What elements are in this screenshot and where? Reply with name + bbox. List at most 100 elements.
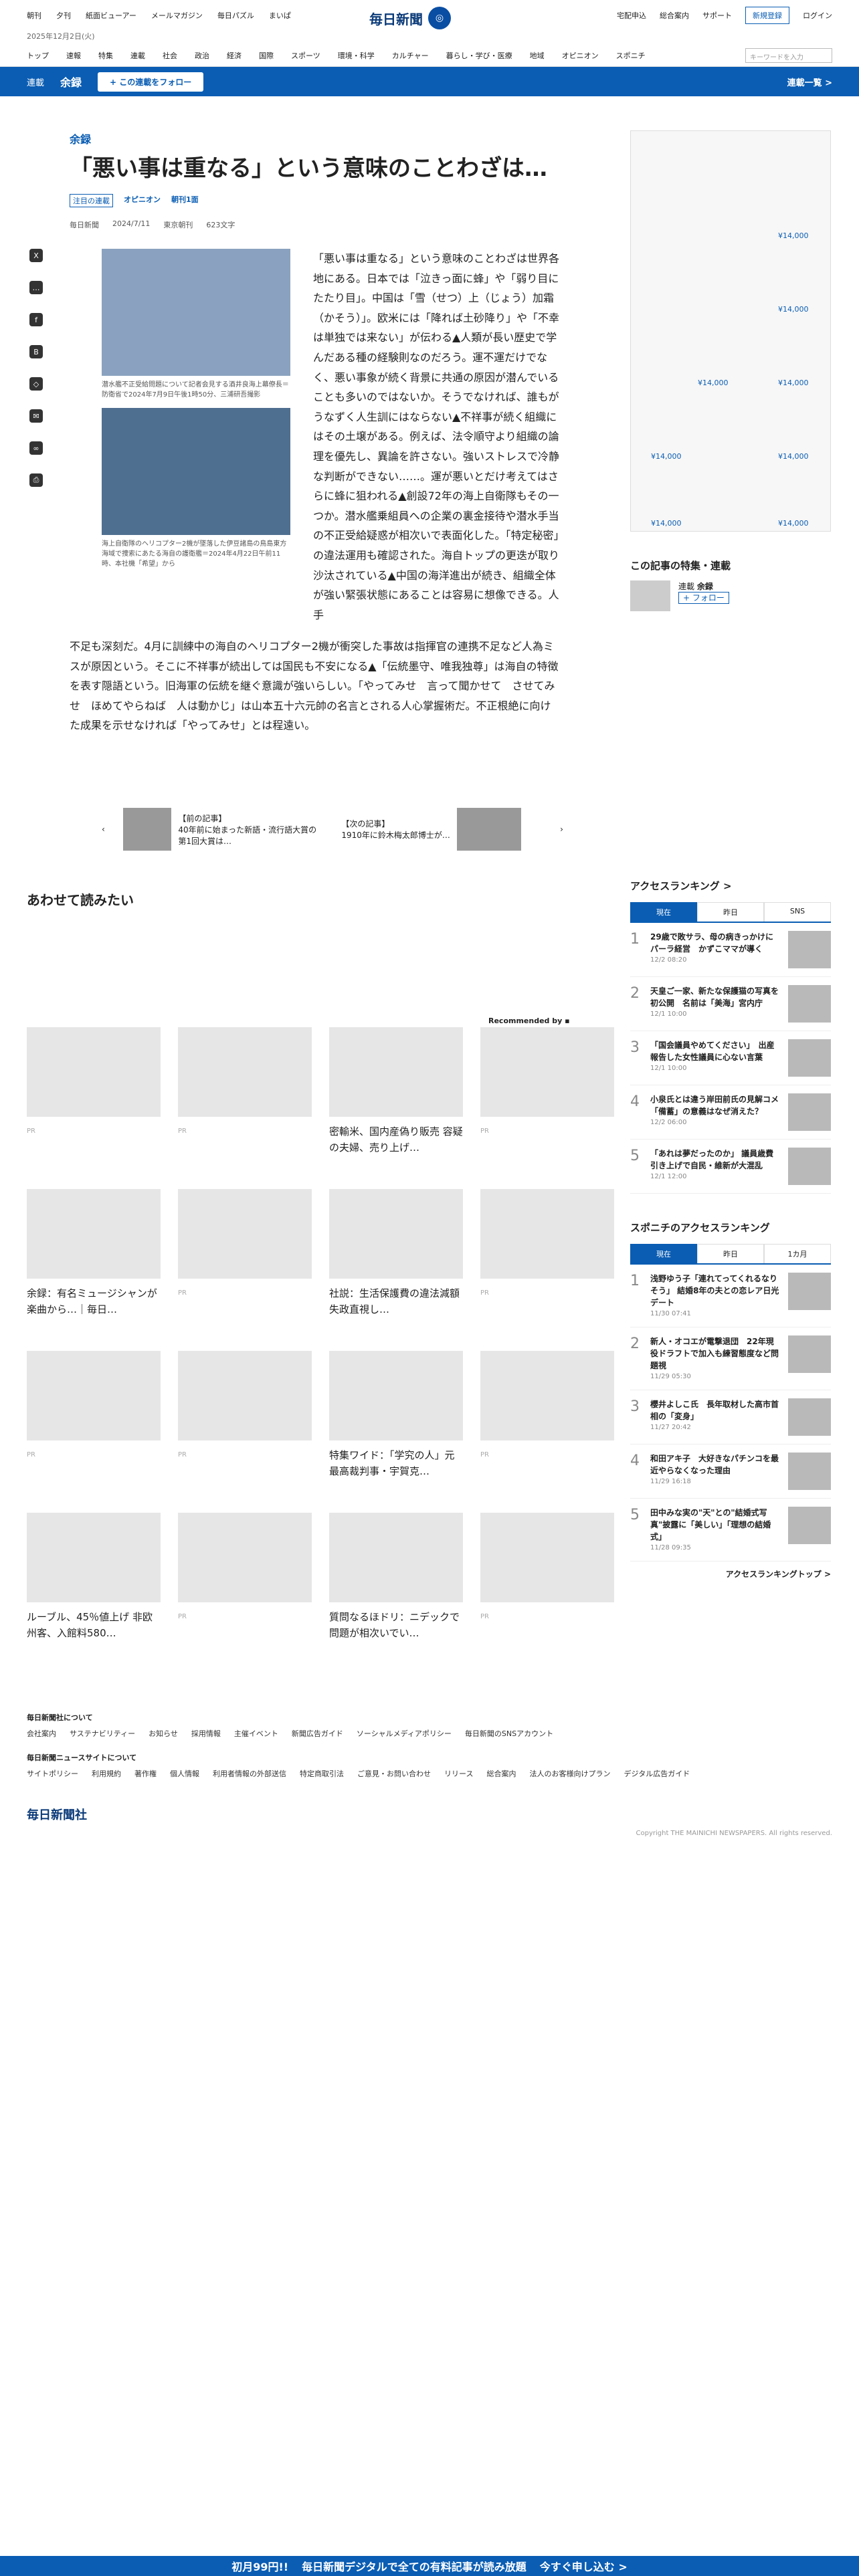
prev-arrow-icon[interactable]: ‹ <box>102 825 105 834</box>
link-viewer[interactable]: 紙面ビューアー <box>86 10 136 21</box>
link-mail[interactable]: メールマガジン <box>151 10 203 21</box>
nav-sokuho[interactable]: 速報 <box>66 50 81 61</box>
related-card[interactable]: 密輸米、国内産偽り販売 容疑の夫婦、売り上げ… <box>329 1027 463 1170</box>
related-card[interactable]: PR <box>480 1351 614 1494</box>
article-kicker[interactable]: 余録 <box>70 130 558 146</box>
nav-chiiki[interactable]: 地域 <box>530 50 545 61</box>
ranking-item[interactable]: 2 天皇ご一家、新たな保護猫の写真を初公開 名前は「美海」宮内庁 12/1 10:0… <box>630 977 831 1031</box>
ad-banner[interactable]: ¥14,000 ¥14,000 ¥14,000 ¥14,000 ¥14,000 … <box>630 130 831 532</box>
link-chokan[interactable]: 朝刊 <box>27 10 41 21</box>
register-button[interactable]: 新規登録 <box>745 7 789 24</box>
footer-link[interactable]: 個人情報 <box>170 1768 199 1779</box>
footer-link[interactable]: 毎日新聞のSNSアカウント <box>465 1728 553 1739</box>
related-card[interactable]: 質問なるほドリ：ニデックで問題が相次いでい… <box>329 1513 463 1656</box>
tag-opinion[interactable]: オピニオン <box>124 194 161 207</box>
banner-cta[interactable]: 今すぐ申し込む > <box>540 2558 628 2574</box>
footer-link[interactable]: サステナビリティー <box>70 1728 135 1739</box>
ranking-item[interactable]: 2 新人・オコエが電撃退団 22年現役ドラフトで加入も練習態度など問題視 11/29… <box>630 1327 831 1390</box>
tag-page1[interactable]: 朝刊1面 <box>171 194 199 207</box>
tab-now[interactable]: 現在 <box>630 902 697 922</box>
nav-keizai[interactable]: 経済 <box>227 50 242 61</box>
link-puzzle[interactable]: 毎日パズル <box>217 10 254 21</box>
footer-link[interactable]: 利用規約 <box>92 1768 121 1779</box>
nav-culture[interactable]: カルチャー <box>392 50 429 61</box>
footer-link[interactable]: 利用者情報の外部送信 <box>213 1768 286 1779</box>
footer-link[interactable]: 採用情報 <box>191 1728 221 1739</box>
nav-kagaku[interactable]: 環境・科学 <box>338 50 375 61</box>
link-icon[interactable]: ∞ <box>29 441 43 455</box>
series-name[interactable]: 余録 <box>60 74 82 90</box>
footer-link[interactable]: 総合案内 <box>486 1768 516 1779</box>
subscribe-banner[interactable]: 初月99円!! 毎日新聞デジタルで全ての有料記事が読み放題 今すぐ申し込む > <box>0 2556 859 2576</box>
next-article[interactable]: 【次の記事】 1910年に鈴木梅太郎博士が… <box>341 808 542 851</box>
nav-kokusai[interactable]: 国際 <box>259 50 274 61</box>
nav-shakai[interactable]: 社会 <box>163 50 177 61</box>
nav-kurashi[interactable]: 暮らし・学び・医療 <box>446 50 512 61</box>
tag-featured[interactable]: 注目の連載 <box>70 193 113 207</box>
related-card[interactable]: PR <box>178 1027 312 1170</box>
comment-icon[interactable]: … <box>29 281 43 294</box>
related-card[interactable]: PR <box>178 1351 312 1494</box>
ranking-item[interactable]: 3 「国会議員やめてください」 出産報告した女性議員に心ない言葉 12/1 10:0… <box>630 1031 831 1085</box>
site-logo[interactable]: 毎日新聞 ◎ <box>369 7 451 29</box>
ranking-item[interactable]: 1 29歳で敗サラ、母の病きっかけにパーラ経営 かずこママが導く 12/2 08:2… <box>630 923 831 977</box>
photo-press-conference[interactable] <box>102 249 290 376</box>
footer-company[interactable]: 毎日新聞社 <box>27 1806 832 1823</box>
nav-rensai[interactable]: 連載 <box>130 50 145 61</box>
hatena-icon[interactable]: B <box>29 345 43 358</box>
link-delivery[interactable]: 宅配申込 <box>617 10 646 21</box>
related-card[interactable]: PR <box>480 1189 614 1332</box>
related-card[interactable]: PR <box>178 1189 312 1332</box>
x-share-icon[interactable]: X <box>29 249 43 262</box>
next-arrow-icon[interactable]: › <box>560 825 563 834</box>
related-card[interactable]: PR <box>480 1027 614 1170</box>
nav-opinion[interactable]: オピニオン <box>562 50 599 61</box>
ranking-item[interactable]: 5 田中みな実の"天"との"結婚式写真"披露に「美しい」「理想の結婚式」 11/28… <box>630 1499 831 1562</box>
mail-icon[interactable]: ✉ <box>29 409 43 423</box>
bookmark-icon[interactable]: ◇ <box>29 377 43 391</box>
footer-link[interactable]: リリース <box>444 1768 473 1779</box>
footer-link[interactable]: ご意見・お問い合わせ <box>357 1768 431 1779</box>
stab-yesterday[interactable]: 昨日 <box>697 1244 764 1263</box>
ranking-item[interactable]: 4 小泉氏とは違う岸田前氏の見解コメ「備蓄」の意義はなぜ消えた？ 12/2 06:0… <box>630 1085 831 1140</box>
ranking-more-link[interactable]: アクセスランキングトップ > <box>630 1568 831 1580</box>
ranking-title[interactable]: アクセスランキング > <box>630 879 831 893</box>
ranking-item[interactable]: 4 和田アキ子 大好きなパチンコを最近やらなくなった理由 11/29 16:18 <box>630 1444 831 1499</box>
related-card[interactable]: PR <box>480 1513 614 1656</box>
login-link[interactable]: ログイン <box>803 10 832 21</box>
footer-link[interactable]: お知らせ <box>149 1728 178 1739</box>
link-maipa[interactable]: まいぱ <box>269 10 291 21</box>
link-yukan[interactable]: 夕刊 <box>56 10 71 21</box>
footer-link[interactable]: 主催イベント <box>234 1728 278 1739</box>
footer-link[interactable]: デジタル広告ガイド <box>624 1768 690 1779</box>
follow-series-button[interactable]: + この連載をフォロー <box>98 72 204 92</box>
nav-seiji[interactable]: 政治 <box>195 50 209 61</box>
related-card[interactable]: PR <box>27 1027 161 1170</box>
nav-sports[interactable]: スポーツ <box>291 50 320 61</box>
facebook-icon[interactable]: f <box>29 313 43 326</box>
ranking-item[interactable]: 5 「あれは夢だったのか」 議員歳費引き上げで自民・維新が大混乱 12/1 12:0… <box>630 1140 831 1194</box>
nav-top[interactable]: トップ <box>27 50 49 61</box>
tab-sns[interactable]: SNS <box>764 902 831 922</box>
footer-link[interactable]: 新聞広告ガイド <box>292 1728 343 1739</box>
related-card[interactable]: PR <box>27 1351 161 1494</box>
nav-sponichi[interactable]: スポニチ <box>616 50 646 61</box>
related-card[interactable]: PR <box>178 1513 312 1656</box>
prev-article[interactable]: 【前の記事】 40年前に始まった新語・流行語大賞の第1回大賞は… <box>122 808 324 851</box>
follow-series-name[interactable]: 余録 <box>697 582 713 591</box>
ranking-item[interactable]: 3 櫻井よしこ氏 長年取材した高市首相の「変身」 11/27 20:42 <box>630 1390 831 1444</box>
link-guide[interactable]: 総合案内 <box>660 10 689 21</box>
related-card[interactable]: ルーブル、45％値上げ 非欧州客、入館料580… <box>27 1513 161 1656</box>
footer-link[interactable]: ソーシャルメディアポリシー <box>357 1728 452 1739</box>
related-card[interactable]: 特集ワイド：「学究の人」元最高裁判事・宇賀克… <box>329 1351 463 1494</box>
link-support[interactable]: サポート <box>702 10 732 21</box>
footer-link[interactable]: 特定商取引法 <box>300 1768 344 1779</box>
tab-yesterday[interactable]: 昨日 <box>697 902 764 922</box>
series-list-link[interactable]: 連載一覧 > <box>787 76 832 88</box>
sidebar-follow-button[interactable]: + フォロー <box>678 592 729 604</box>
nav-tokushu[interactable]: 特集 <box>98 50 113 61</box>
footer-link[interactable]: 著作権 <box>134 1768 157 1779</box>
related-card[interactable]: 社説：生活保護費の違法減額 失政直視し… <box>329 1189 470 1332</box>
search-input[interactable]: キーワードを入力 <box>745 47 832 63</box>
ranking-item[interactable]: 1 浅野ゆう子「連れてってくれるなりそう」 結婚8年の夫との恋レア日光デート 11/… <box>630 1265 831 1327</box>
